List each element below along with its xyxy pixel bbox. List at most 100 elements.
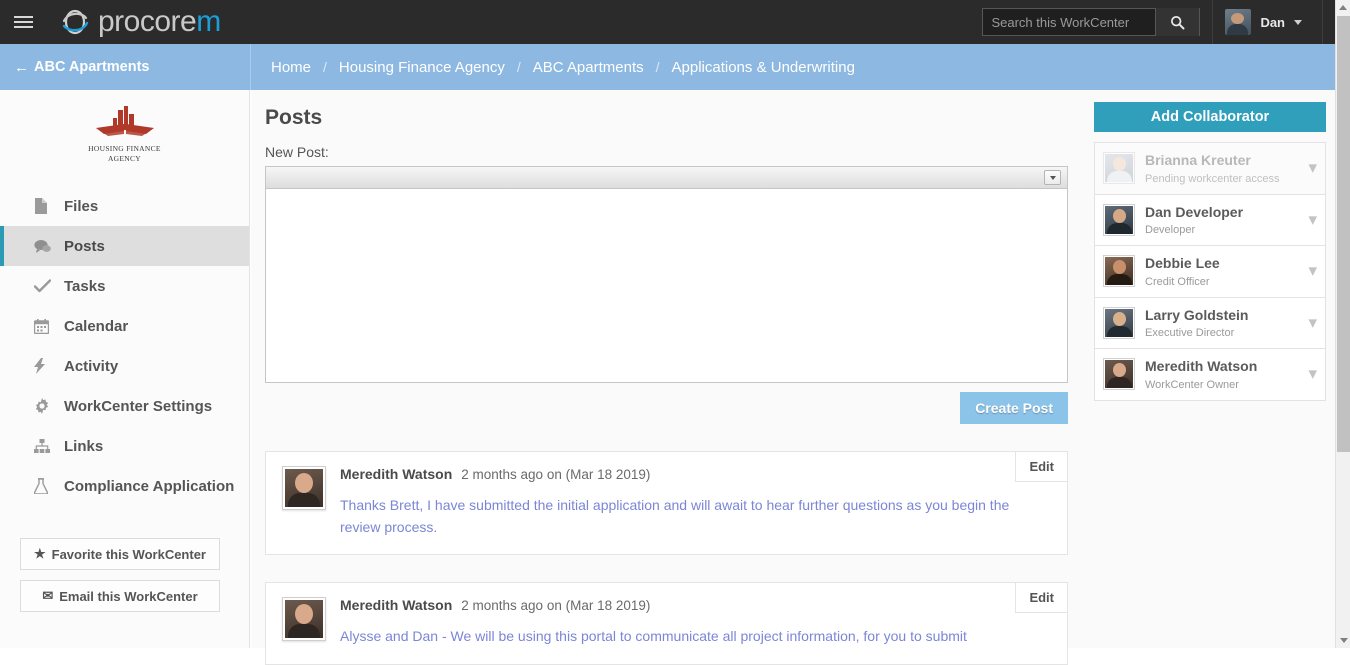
search-container [982,8,1201,36]
sidebar-item-workcenter-settings[interactable]: WorkCenter Settings [0,386,249,426]
back-to-workcenter-link[interactable]: ← ABC Apartments [0,59,250,76]
sidebar-item-compliance-application[interactable]: Compliance Application [0,466,249,506]
chevron-down-icon [1294,19,1302,25]
user-avatar [1225,9,1252,35]
search-input[interactable] [983,9,1156,35]
collaborator-role: Pending workcenter access [1145,172,1280,185]
star-icon: ★ [33,546,46,562]
sidebar-item-activity[interactable]: Activity [0,346,249,386]
sidebar-item-label: Posts [64,237,105,255]
building-skyline-icon [94,106,156,140]
collaborator-name: Brianna Kreuter [1145,152,1251,168]
collaborator-info: Brianna Kreuter Pending workcenter acces… [1145,152,1302,185]
user-menu[interactable]: Dan [1225,9,1310,35]
chevron-down-icon[interactable]: ▾ [1302,261,1317,281]
new-post-textarea[interactable] [266,189,1067,382]
chevron-down-icon[interactable]: ▾ [1302,364,1317,384]
post-timestamp: 2 months ago on (Mar 18 2019) [461,598,651,614]
hamburger-menu-icon[interactable] [14,16,52,28]
sidebar-item-label: Tasks [64,277,106,295]
post-item: Meredith Watson 2 months ago on (Mar 18 … [265,582,1068,665]
collaborator-row[interactable]: Dan Developer Developer ▾ [1094,193,1326,245]
collaborator-name: Debbie Lee [1145,255,1220,271]
sidebar-item-label: WorkCenter Settings [64,397,213,415]
collaborator-row[interactable]: Larry Goldstein Executive Director ▾ [1094,296,1326,348]
collaborator-row[interactable]: Debbie Lee Credit Officer ▾ [1094,245,1326,297]
sidebar-item-calendar[interactable]: Calendar [0,306,249,346]
search-icon [1171,15,1185,29]
new-post-editor [265,166,1068,383]
breadcrumb-item-home[interactable]: Home [267,59,315,76]
add-collaborator-button[interactable]: Add Collaborator [1094,102,1326,132]
breadcrumb-separator: / [655,59,660,75]
favorite-workcenter-button[interactable]: ★ Favorite this WorkCenter [20,538,220,571]
bolt-icon [34,358,56,375]
collaborator-name: Meredith Watson [1145,358,1258,374]
chevron-down-icon[interactable]: ▾ [1302,210,1317,230]
scroll-up-icon[interactable] [1336,0,1350,15]
envelope-icon: ✉ [42,588,54,604]
avatar [1103,203,1135,236]
topbar-divider-right [1322,0,1323,44]
avatar [1103,255,1135,288]
avatar [282,597,326,642]
chevron-down-icon[interactable]: ▾ [1302,158,1317,178]
breadcrumb-item-applications-underwriting[interactable]: Applications & Underwriting [668,59,859,76]
edit-post-button[interactable]: Edit [1015,583,1067,614]
page-scrollbar[interactable] [1335,0,1350,648]
logo-caption-line2: AGENCY [107,154,142,164]
gear-icon [34,398,56,415]
scrollbar-thumb[interactable] [1337,16,1350,452]
collaborator-role: WorkCenter Owner [1145,378,1239,391]
breadcrumb-item-abc-apartments[interactable]: ABC Apartments [529,59,648,76]
topbar-divider [1212,0,1214,44]
collaborator-role: Credit Officer [1145,275,1210,288]
editor-toolbar-dropdown-button[interactable] [1044,170,1061,185]
collaborator-list: Brianna Kreuter Pending workcenter acces… [1094,142,1326,401]
post-text: Thanks Brett, I have submitted the initi… [340,497,1010,535]
sitemap-icon [34,438,56,454]
breadcrumb-separator: / [516,59,521,75]
post-header: Meredith Watson 2 months ago on (Mar 18 … [340,597,1051,613]
email-workcenter-button[interactable]: ✉ Email this WorkCenter [20,580,220,613]
sidebar-item-label: Calendar [64,317,129,335]
edit-post-button[interactable]: Edit [1015,452,1067,482]
sidebar-item-label: Files [64,197,99,215]
collaborator-role: Executive Director [1145,327,1235,339]
sidebar-item-tasks[interactable]: Tasks [0,266,249,306]
workcenter-logo: HOUSING FINANCE AGENCY [0,90,249,176]
brand-wordmark: procorem [98,7,221,37]
sidebar-item-files[interactable]: Files [0,186,249,226]
flask-icon [34,478,56,495]
post-item: Meredith Watson 2 months ago on (Mar 18 … [265,451,1068,556]
create-post-row: Create Post [265,392,1068,424]
post-header: Meredith Watson 2 months ago on (Mar 18 … [340,466,1051,482]
post-text: Alysse and Dan - We will be using this p… [340,628,967,645]
caret-down-icon [1049,175,1056,180]
back-link-label: ABC Apartments [34,59,150,75]
sidebar-item-label: Links [64,437,104,455]
calendar-icon [34,318,56,334]
avatar [282,466,326,510]
sidebar-item-label: Compliance Application [64,477,235,495]
sidebar-item-links[interactable]: Links [0,426,249,466]
chevron-down-icon[interactable]: ▾ [1302,313,1317,333]
scroll-down-icon[interactable] [1336,633,1350,648]
sidebar-item-label: Activity [64,357,119,375]
create-post-button[interactable]: Create Post [960,392,1068,424]
collaborator-info: Dan Developer Developer [1145,204,1302,237]
collaborator-info: Larry Goldstein Executive Director [1145,307,1302,340]
breadcrumb-bar: ← ABC Apartments Home / Housing Finance … [0,44,1335,90]
search-button[interactable] [1155,8,1200,36]
collaborator-row[interactable]: Meredith Watson WorkCenter Owner ▾ [1094,348,1326,401]
brand-logo[interactable]: procorem [58,5,221,39]
post-body: Meredith Watson 2 months ago on (Mar 18 … [340,597,1051,648]
sidebar-item-posts[interactable]: Posts [0,226,249,267]
collaborator-role: Developer [1145,224,1196,236]
collaborator-row[interactable]: Brianna Kreuter Pending workcenter acces… [1094,142,1326,194]
file-icon [34,198,56,215]
right-panel: Add Collaborator Brianna Kreuter Pending… [1085,90,1335,648]
workcenter-logo-caption: HOUSING FINANCE AGENCY [0,144,249,164]
arrow-left-icon: ← [14,58,29,76]
breadcrumb-item-housing-finance-agency[interactable]: Housing Finance Agency [335,59,509,76]
